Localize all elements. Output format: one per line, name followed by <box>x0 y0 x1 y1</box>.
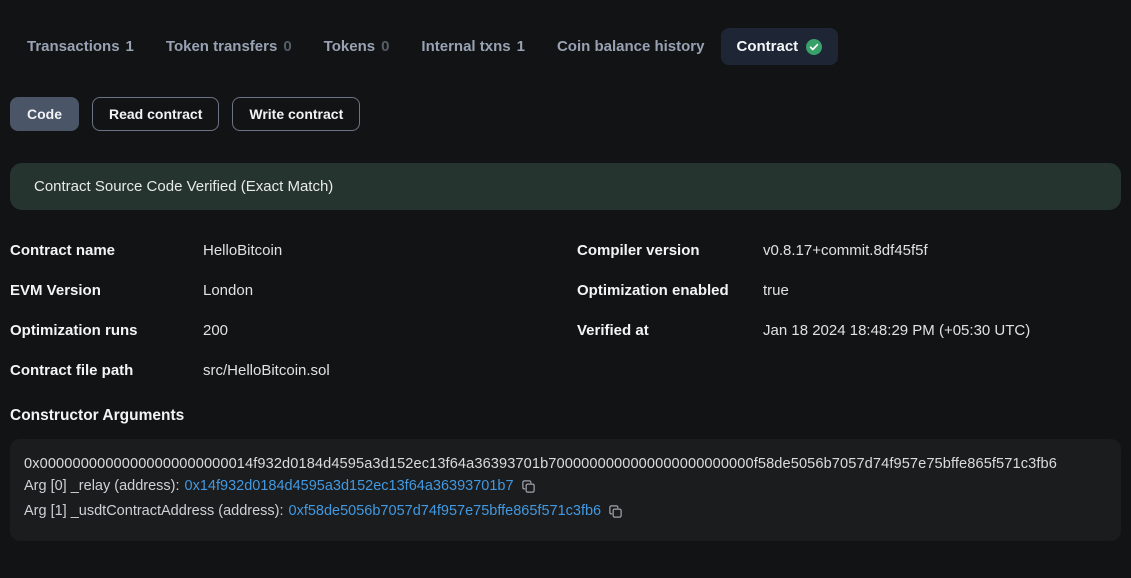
compiler-version-value: v0.8.17+commit.8df45f5f <box>763 242 1121 259</box>
tab-token-transfers[interactable]: Token transfers 0 <box>150 28 308 65</box>
contract-details-grid: Contract name HelloBitcoin Compiler vers… <box>10 230 1121 390</box>
tab-label: Internal txns <box>421 38 510 55</box>
tab-count: 1 <box>517 38 525 55</box>
copy-icon[interactable] <box>521 479 536 494</box>
detail-label: Contract file path <box>10 362 203 379</box>
optimization-enabled-value: true <box>763 282 1121 299</box>
tab-count: 0 <box>381 38 389 55</box>
read-contract-button[interactable]: Read contract <box>92 97 219 131</box>
tab-label: Coin balance history <box>557 38 705 55</box>
contract-subtabs: Code Read contract Write contract <box>10 97 1121 131</box>
verified-banner: Contract Source Code Verified (Exact Mat… <box>10 163 1121 210</box>
code-button[interactable]: Code <box>10 97 79 131</box>
detail-label: Optimization runs <box>10 322 203 339</box>
contract-page-tabbar: Transactions 1 Token transfers 0 Tokens … <box>11 28 1131 65</box>
arg-prefix: Arg [1] _usdtContractAddress (address): <box>24 501 284 522</box>
detail-label: Verified at <box>577 322 763 339</box>
contract-name-value: HelloBitcoin <box>203 242 577 259</box>
copy-icon[interactable] <box>608 504 623 519</box>
tab-contract[interactable]: Contract <box>721 28 839 65</box>
evm-version-value: London <box>203 282 577 299</box>
detail-label: Contract name <box>10 242 203 259</box>
tab-internal-txns[interactable]: Internal txns 1 <box>405 28 541 65</box>
detail-label: Optimization enabled <box>577 282 763 299</box>
usdt-contract-address-link[interactable]: 0xf58de5056b7057d74f957e75bffe865f571c3f… <box>289 501 602 522</box>
tab-transactions[interactable]: Transactions 1 <box>11 28 150 65</box>
tab-count: 0 <box>283 38 291 55</box>
contract-file-path-value: src/HelloBitcoin.sol <box>203 362 577 379</box>
relay-address-link[interactable]: 0x14f932d0184d4595a3d152ec13f64a36393701… <box>185 476 514 497</box>
detail-label: Compiler version <box>577 242 763 259</box>
detail-label: EVM Version <box>10 282 203 299</box>
verified-at-value: Jan 18 2024 18:48:29 PM (+05:30 UTC) <box>763 322 1121 339</box>
verified-check-circle-icon <box>806 39 822 55</box>
tab-label: Token transfers <box>166 38 277 55</box>
tab-count: 1 <box>126 38 134 55</box>
tab-coin-balance-history[interactable]: Coin balance history <box>541 28 721 65</box>
constructor-raw-bytes: 0x00000000000000000000000014f932d0184d45… <box>24 456 1107 472</box>
tab-label: Transactions <box>27 38 120 55</box>
optimization-runs-value: 200 <box>203 322 577 339</box>
constructor-arg-row: Arg [0] _relay (address): 0x14f932d0184d… <box>24 476 1107 497</box>
verified-banner-text: Contract Source Code Verified (Exact Mat… <box>34 178 333 195</box>
write-contract-button[interactable]: Write contract <box>232 97 360 131</box>
arg-prefix: Arg [0] _relay (address): <box>24 476 180 497</box>
tab-label: Tokens <box>324 38 375 55</box>
constructor-arguments-heading: Constructor Arguments <box>10 407 1121 425</box>
tab-label: Contract <box>737 38 799 55</box>
tab-tokens[interactable]: Tokens 0 <box>308 28 406 65</box>
constructor-arg-row: Arg [1] _usdtContractAddress (address): … <box>24 501 1107 522</box>
constructor-arguments-box: 0x00000000000000000000000014f932d0184d45… <box>10 439 1121 541</box>
